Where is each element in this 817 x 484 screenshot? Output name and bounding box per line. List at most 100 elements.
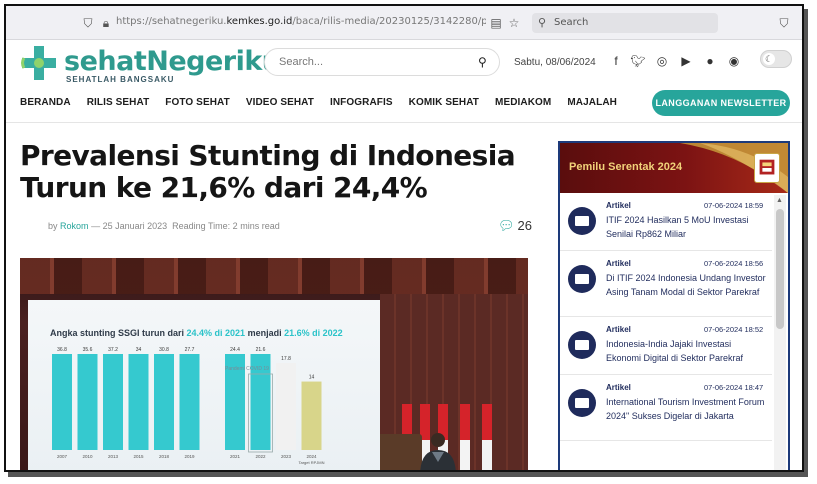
newsletter-button[interactable]: LANGGANAN NEWSLETTER: [652, 90, 790, 116]
browser-search-input[interactable]: ⚲ Search: [532, 13, 718, 33]
tick-label-2007: 2007: [57, 454, 68, 459]
flickr-icon[interactable]: ●: [702, 54, 718, 68]
current-date: Sabtu, 08/06/2024: [514, 57, 596, 68]
twitter-icon[interactable]: 🐦︎: [630, 54, 646, 68]
nav-item-rilis-sehat[interactable]: RILIS SEHAT: [87, 93, 150, 113]
dark-mode-toggle[interactable]: ☾: [760, 50, 792, 68]
widget-header: Pemilu Serentak 2024: [560, 143, 788, 193]
tick-label-2015: 2015: [133, 454, 144, 459]
author-link[interactable]: Rokom: [60, 221, 89, 231]
value-label-2015: 34: [136, 347, 142, 353]
item-title[interactable]: International Tourism Investment Forum 2…: [606, 395, 766, 423]
nav-item-foto-sehat[interactable]: FOTO SEHAT: [165, 93, 230, 113]
logo-cross-icon: [21, 46, 56, 80]
bookmark-star-icon[interactable]: ☆: [506, 15, 522, 31]
reading-time: Reading Time: 2 mins read: [172, 221, 280, 231]
instagram-icon[interactable]: ◎: [654, 54, 670, 68]
monitor-icon: [568, 265, 596, 293]
widget-news-list: Artikel 07-06-2024 18:59 ITIF 2024 Hasil…: [560, 193, 772, 441]
browser-toolbar: ⛉ 🔒︎ https://sehatnegeriku.kemkes.go.id/…: [6, 6, 802, 40]
list-item[interactable]: Artikel 07-06-2024 18:56 Di ITIF 2024 In…: [560, 251, 772, 317]
item-timestamp: 07-06-2024 18:47: [704, 383, 764, 392]
pocket-icon[interactable]: ⛉: [776, 15, 792, 31]
item-title[interactable]: ITIF 2024 Hasilkan 5 MoU Investasi Senil…: [606, 213, 766, 241]
monitor-icon: [568, 331, 596, 359]
list-item[interactable]: Artikel 07-06-2024 18:47 International T…: [560, 375, 772, 441]
meta-separator: —: [91, 221, 103, 231]
value-label-2010: 35.6: [83, 347, 93, 353]
bar-2010: [77, 354, 98, 450]
list-item[interactable]: Artikel 07-06-2024 18:52 Indonesia-India…: [560, 317, 772, 375]
chart-title: Angka stunting SSGI turun dari 24.4% di …: [50, 328, 343, 338]
site-logo[interactable]: sehatNegeriku SEHATLAH BANGSAKU: [20, 44, 281, 86]
value-label-2019: 27.7: [185, 347, 195, 353]
nav-item-mediakom[interactable]: MEDIAKOM: [495, 93, 551, 113]
comments-link[interactable]: 💬︎ 26: [498, 218, 532, 234]
comment-count: 26: [517, 218, 532, 233]
ceiling-decor: [20, 258, 528, 294]
list-item[interactable]: Artikel 07-06-2024 18:59 ITIF 2024 Hasil…: [560, 193, 772, 251]
spotify-icon[interactable]: ◉: [726, 54, 742, 68]
value-label-2024: 14: [309, 375, 315, 381]
bar-2019: [179, 354, 200, 450]
lock-icon[interactable]: 🔒︎: [98, 15, 114, 31]
publish-date: 25 Januari 2023: [102, 221, 168, 231]
value-label-2013: 37.2: [108, 347, 118, 353]
tick-label-2010: 2010: [82, 454, 93, 459]
tick-label-2013: 2013: [108, 454, 119, 459]
tick-label-2022: 2022: [255, 454, 266, 459]
item-title[interactable]: Indonesia-India Jajaki Investasi Ekonomi…: [606, 337, 766, 365]
featured-image[interactable]: 36.8 2007 35.6 2010 37.2 2013 34 2015 30.8 2018 27…: [20, 258, 528, 470]
item-title[interactable]: Di ITIF 2024 Indonesia Undang Investor A…: [606, 271, 766, 299]
article-meta: by Rokom — 25 Januari 2023 Reading Time:…: [48, 221, 280, 231]
monitor-icon: [568, 207, 596, 235]
bar-2007: [52, 354, 72, 450]
value-label-2022: 21.6: [256, 347, 266, 353]
monitor-icon: [568, 389, 596, 417]
main-nav: BERANDA RILIS SEHAT FOTO SEHAT VIDEO SEH…: [20, 93, 633, 113]
browser-window: ⛉ 🔒︎ https://sehatnegeriku.kemkes.go.id/…: [4, 4, 804, 472]
presentation-screen: 36.8 2007 35.6 2010 37.2 2013 34 2015 30.8 2018 27…: [28, 300, 380, 470]
widget-title: Pemilu Serentak 2024: [569, 161, 683, 173]
bar-2018: [154, 354, 174, 450]
target-label: Target RPJMN: [298, 460, 324, 465]
tick-label-2024: 2024: [306, 454, 317, 459]
nav-item-infografis[interactable]: INFOGRAFIS: [330, 93, 393, 113]
moon-icon: ☾: [763, 53, 775, 65]
item-timestamp: 07-06-2024 18:52: [704, 325, 764, 334]
speaker-figure: [420, 433, 456, 470]
item-timestamp: 07-06-2024 18:56: [704, 259, 764, 268]
site-search-input[interactable]: Search...: [264, 48, 500, 76]
widget-scrollbar[interactable]: ▲: [774, 195, 786, 470]
item-category: Artikel: [606, 325, 631, 334]
item-category: Artikel: [606, 383, 631, 392]
nav-item-beranda[interactable]: BERANDA: [20, 93, 71, 113]
youtube-icon[interactable]: ▶: [678, 54, 694, 68]
bar-2023: [276, 362, 296, 450]
tick-label-2023: 2023: [281, 454, 292, 459]
bar-2013: [103, 354, 123, 450]
facebook-icon[interactable]: f: [608, 54, 624, 68]
byline-prefix: by: [48, 221, 58, 231]
tick-label-2019: 2019: [184, 454, 195, 459]
value-label-2023: 17.8: [281, 356, 291, 362]
scroll-up-icon[interactable]: ▲: [776, 197, 783, 204]
nav-item-majalah[interactable]: MAJALAH: [567, 93, 617, 113]
nav-item-komik-sehat[interactable]: KOMIK SEHAT: [409, 93, 479, 113]
item-category: Artikel: [606, 201, 631, 210]
search-icon[interactable]: ⚲: [478, 55, 487, 69]
value-label-2021: 24.4: [230, 347, 240, 353]
shield-icon[interactable]: ⛉: [80, 15, 96, 31]
nav-item-video-sehat[interactable]: VIDEO SEHAT: [246, 93, 314, 113]
scrollbar-thumb[interactable]: [776, 209, 784, 329]
tick-label-2018: 2018: [159, 454, 170, 459]
tick-label-2021: 2021: [230, 454, 241, 459]
kpu-logo: [754, 153, 780, 183]
stunting-bar-chart: 36.8 2007 35.6 2010 37.2 2013 34 2015 30.8 2018 27…: [52, 347, 325, 465]
reader-view-icon[interactable]: ▤: [488, 15, 504, 31]
pandemic-annotation: Pandemi COVID 19: [225, 366, 269, 372]
value-label-2007: 36.8: [57, 347, 67, 353]
address-bar[interactable]: https://sehatnegeriku.kemkes.go.id/baca/…: [116, 16, 486, 30]
logo-wordmark: sehatNegeriku: [64, 46, 281, 77]
logo-tagline: SEHATLAH BANGSAKU: [66, 75, 175, 84]
